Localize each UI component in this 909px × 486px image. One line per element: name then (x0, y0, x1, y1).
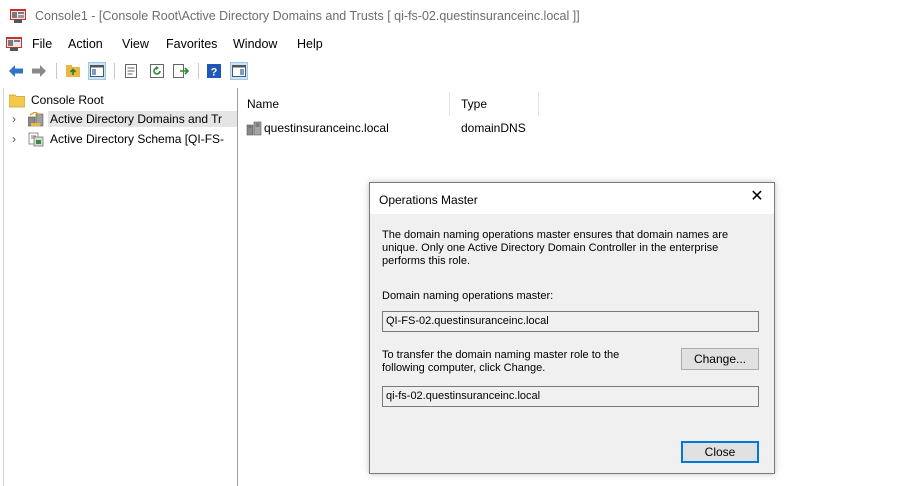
domain-icon (246, 121, 262, 136)
dialog-title: Operations Master (379, 193, 478, 207)
operations-master-dialog: Operations Master ✕ The domain naming op… (369, 182, 775, 474)
properties-icon[interactable] (122, 62, 140, 80)
toolbar: ? (0, 58, 909, 84)
list-item-type: domainDNS (461, 121, 526, 135)
tree-item-schema[interactable]: › Active Directory Schema [QI-FS- (4, 130, 234, 149)
svg-text:?: ? (211, 67, 218, 79)
list-item[interactable]: questinsuranceinc.local domainDNS (246, 120, 566, 138)
tree-item-console-root[interactable]: Console Root (4, 91, 234, 110)
dialog-description: The domain naming operations master ensu… (382, 229, 729, 267)
transfer-label: To transfer the domain naming master rol… (382, 349, 620, 374)
menu-file[interactable]: File (32, 37, 52, 51)
refresh-icon[interactable] (148, 62, 166, 80)
show-hide-action-pane-icon[interactable] (230, 62, 248, 80)
domains-trusts-icon (28, 112, 44, 127)
tree-item-domains-trusts[interactable]: › Active Directory Domains and Tr (4, 110, 237, 129)
window-titlebar: Console1 - [Console Root\Active Director… (0, 0, 909, 35)
back-icon[interactable] (7, 62, 25, 80)
menu-help[interactable]: Help (297, 37, 323, 51)
menu-bar: File Action View Favorites Window Help (0, 34, 909, 56)
console-tree: Console Root › Active Directory Domains … (3, 88, 238, 486)
close-button[interactable]: Close (681, 441, 759, 463)
menu-window[interactable]: Window (233, 37, 277, 51)
toolbar-separator (114, 63, 115, 79)
column-header-type[interactable]: Type (461, 97, 487, 111)
dialog-titlebar: Operations Master ✕ (370, 183, 774, 214)
show-hide-tree-icon[interactable] (88, 62, 106, 80)
column-header-name[interactable]: Name (247, 97, 279, 111)
chevron-right-icon[interactable]: › (12, 112, 16, 126)
master-field[interactable]: QI-FS-02.questinsuranceinc.local (382, 311, 759, 332)
window-title: Console1 - [Console Root\Active Director… (35, 9, 580, 23)
close-icon[interactable]: ✕ (748, 188, 766, 206)
column-divider[interactable] (449, 92, 450, 116)
forward-icon[interactable] (30, 62, 48, 80)
export-list-icon[interactable] (172, 62, 190, 80)
toolbar-separator (56, 63, 57, 79)
tree-item-label: Active Directory Schema [QI-FS- (50, 132, 225, 146)
list-item-name: questinsuranceinc.local (264, 121, 389, 135)
toolbar-separator (198, 63, 199, 79)
chevron-right-icon[interactable]: › (12, 132, 16, 146)
master-label: Domain naming operations master: (382, 290, 554, 302)
help-icon[interactable]: ? (205, 62, 223, 80)
tree-item-label: Console Root (31, 93, 104, 107)
tree-item-label: Active Directory Domains and Tr (48, 111, 237, 127)
schema-icon (28, 132, 44, 147)
menu-favorites[interactable]: Favorites (166, 37, 217, 51)
change-button[interactable]: Change... (681, 348, 759, 370)
menu-view[interactable]: View (122, 37, 149, 51)
column-divider[interactable] (538, 92, 539, 116)
mmc-app-icon (10, 9, 26, 23)
folder-icon (9, 94, 25, 108)
mmc-icon[interactable] (6, 37, 22, 51)
target-field[interactable]: qi-fs-02.questinsuranceinc.local (382, 386, 759, 407)
menu-action[interactable]: Action (68, 37, 103, 51)
up-folder-icon[interactable] (64, 62, 82, 80)
